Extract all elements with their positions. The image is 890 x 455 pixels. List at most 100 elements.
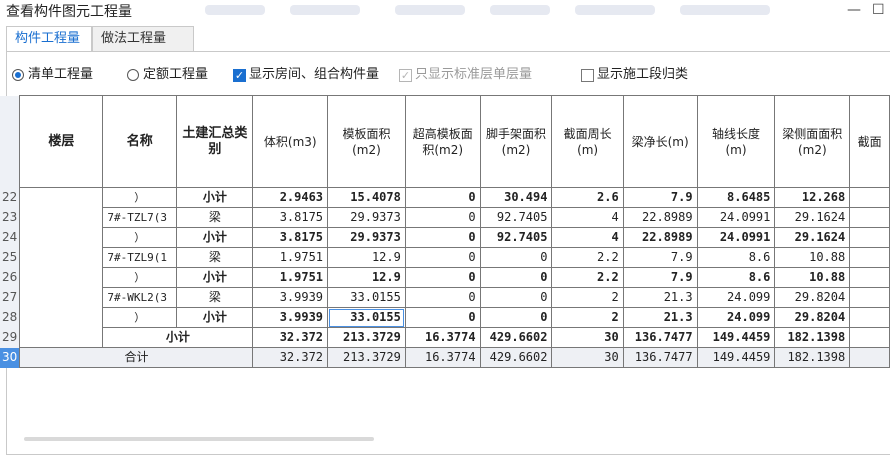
subtotal-label-cell[interactable]: 小计 — [102, 327, 254, 348]
category-cell[interactable]: 小计 — [176, 307, 254, 328]
value-cell[interactable]: 3.8175 — [252, 227, 329, 248]
row-number-selected[interactable]: 30 — [0, 347, 20, 368]
value-cell[interactable]: 10.88 — [774, 247, 851, 268]
checkbox-show-rooms[interactable]: ✓ 显示房间、组合构件量 — [233, 64, 379, 86]
value-cell[interactable]: 16.3774 — [404, 327, 481, 348]
value-cell[interactable]: 24.099 — [696, 307, 776, 328]
value-cell[interactable]: 136.7477 — [622, 327, 698, 348]
table-row[interactable]: 24 ） 小计 3.8175 29.9373 0 92.7405 4 22.89… — [0, 227, 890, 248]
value-cell[interactable]: 8.6 — [696, 267, 776, 288]
value-cell[interactable]: 29.8204 — [774, 287, 851, 308]
value-cell[interactable]: 30 — [551, 327, 624, 348]
value-cell[interactable]: 29.9373 — [327, 227, 406, 248]
value-cell[interactable]: 12.268 — [774, 187, 851, 208]
table-row[interactable]: 28 ） 小计 3.9939 33.0155 0 0 2 21.3 24.099… — [0, 307, 890, 328]
total-row[interactable]: 30 合计 32.372 213.3729 16.3774 429.6602 3… — [0, 347, 890, 368]
value-cell[interactable] — [849, 267, 890, 288]
value-cell[interactable]: 2.2 — [551, 247, 624, 268]
category-cell[interactable]: 梁 — [176, 207, 254, 228]
value-cell[interactable]: 92.7405 — [479, 207, 553, 228]
col-header-formwork-area[interactable]: 模板面积(m2) — [327, 95, 406, 188]
table-row[interactable]: 26 ） 小计 1.9751 12.9 0 0 2.2 7.9 8.6 10.8… — [0, 267, 890, 288]
value-cell[interactable]: 2 — [551, 287, 624, 308]
component-name-cell[interactable]: ） — [102, 307, 178, 328]
table-row[interactable]: 27 7#-WKL2(3 梁 3.9939 33.0155 0 0 2 21.3… — [0, 287, 890, 308]
value-cell[interactable]: 429.6602 — [479, 347, 553, 368]
value-cell[interactable]: 7.9 — [622, 187, 698, 208]
value-cell[interactable]: 32.372 — [252, 347, 329, 368]
col-header-section[interactable]: 截面 — [849, 95, 890, 188]
value-cell[interactable]: 0 — [404, 247, 481, 268]
col-header-overheight-formwork[interactable]: 超高模板面积(m2) — [404, 95, 481, 188]
value-cell[interactable]: 7.9 — [622, 267, 698, 288]
value-cell[interactable]: 29.8204 — [774, 307, 851, 328]
table-row[interactable]: 23 7#-TZL7(3 梁 3.8175 29.9373 0 92.7405 … — [0, 207, 890, 228]
row-number[interactable]: 27 — [0, 287, 20, 308]
subtotal-row[interactable]: 29 小计 32.372 213.3729 16.3774 429.6602 3… — [0, 327, 890, 348]
value-cell[interactable]: 30.494 — [479, 187, 553, 208]
value-cell[interactable]: 92.7405 — [479, 227, 553, 248]
category-cell[interactable]: 梁 — [176, 287, 254, 308]
value-cell[interactable] — [849, 287, 890, 308]
component-name-cell[interactable]: ） — [102, 267, 178, 288]
row-number[interactable]: 25 — [0, 247, 20, 268]
value-cell[interactable]: 2.9463 — [252, 187, 329, 208]
minimize-icon[interactable]: — — [847, 2, 861, 18]
value-cell[interactable]: 7.9 — [622, 247, 698, 268]
value-cell[interactable]: 0 — [479, 307, 553, 328]
category-cell[interactable]: 小计 — [176, 187, 254, 208]
value-cell[interactable]: 33.0155 — [327, 287, 406, 308]
floor-cell[interactable] — [19, 187, 104, 348]
tab-method-quantity[interactable]: 做法工程量 — [92, 26, 194, 51]
value-cell[interactable]: 0 — [404, 267, 481, 288]
col-header-axis-length[interactable]: 轴线长度(m) — [696, 95, 776, 188]
value-cell[interactable]: 0 — [404, 287, 481, 308]
value-cell[interactable]: 213.3729 — [327, 327, 406, 348]
row-number[interactable]: 28 — [0, 307, 20, 328]
value-cell[interactable]: 29.9373 — [327, 207, 406, 228]
row-number[interactable]: 23 — [0, 207, 20, 228]
value-cell[interactable]: 21.3 — [622, 307, 698, 328]
value-cell[interactable]: 0 — [404, 187, 481, 208]
category-cell[interactable]: 小计 — [176, 227, 254, 248]
value-cell[interactable]: 3.9939 — [252, 287, 329, 308]
value-cell[interactable]: 1.9751 — [252, 267, 329, 288]
value-cell[interactable] — [849, 207, 890, 228]
value-cell[interactable]: 24.0991 — [696, 207, 776, 228]
value-cell[interactable]: 33.0155 — [327, 307, 406, 328]
component-name-cell[interactable]: ） — [102, 187, 178, 208]
category-cell[interactable]: 小计 — [176, 267, 254, 288]
value-cell[interactable]: 182.1398 — [774, 327, 851, 348]
value-cell[interactable]: 8.6485 — [696, 187, 776, 208]
value-cell[interactable]: 2 — [551, 307, 624, 328]
value-cell[interactable]: 29.1624 — [774, 207, 851, 228]
value-cell[interactable]: 429.6602 — [479, 327, 553, 348]
value-cell[interactable]: 12.9 — [327, 267, 406, 288]
col-header-beam-side-area[interactable]: 梁侧面面积(m2) — [774, 95, 851, 188]
component-name-cell[interactable]: 7#-TZL7(3 — [102, 207, 178, 228]
maximize-icon[interactable]: ☐ — [872, 2, 885, 18]
table-row[interactable]: 25 7#-TZL9(1 梁 1.9751 12.9 0 0 2.2 7.9 8… — [0, 247, 890, 268]
col-header-section-perimeter[interactable]: 截面周长(m) — [551, 95, 624, 188]
value-cell[interactable]: 1.9751 — [252, 247, 329, 268]
component-name-cell[interactable]: ） — [102, 227, 178, 248]
value-cell[interactable] — [849, 307, 890, 328]
col-header-volume[interactable]: 体积(m3) — [252, 95, 329, 188]
col-header-category[interactable]: 土建汇总类别 — [176, 95, 254, 188]
value-cell[interactable]: 213.3729 — [327, 347, 406, 368]
value-cell[interactable]: 30 — [551, 347, 624, 368]
value-cell[interactable]: 2.2 — [551, 267, 624, 288]
value-cell[interactable]: 12.9 — [327, 247, 406, 268]
value-cell[interactable] — [849, 247, 890, 268]
radio-bill-quantity[interactable]: 清单工程量 — [12, 64, 93, 86]
value-cell[interactable]: 0 — [479, 247, 553, 268]
value-cell[interactable]: 24.0991 — [696, 227, 776, 248]
value-cell[interactable]: 22.8989 — [622, 207, 698, 228]
value-cell[interactable]: 4 — [551, 207, 624, 228]
category-cell[interactable]: 梁 — [176, 247, 254, 268]
value-cell[interactable]: 10.88 — [774, 267, 851, 288]
value-cell[interactable]: 22.8989 — [622, 227, 698, 248]
value-cell[interactable]: 0 — [479, 267, 553, 288]
value-cell[interactable]: 29.1624 — [774, 227, 851, 248]
component-name-cell[interactable]: 7#-WKL2(3 — [102, 287, 178, 308]
